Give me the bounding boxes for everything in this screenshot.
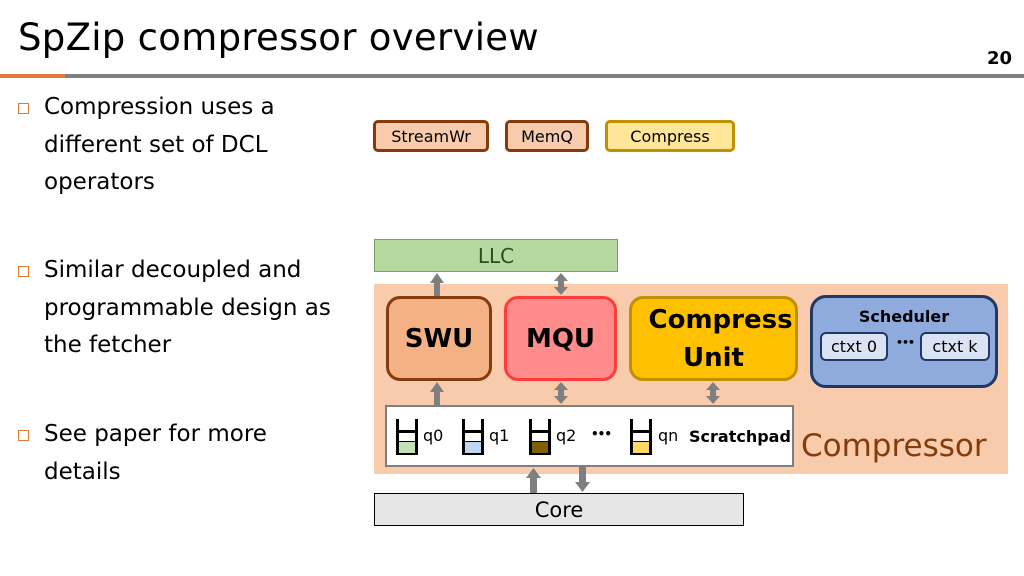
queue-icon [396, 419, 418, 455]
mqu-block: MQU [504, 296, 617, 381]
compress-unit-block: Compress Unit [629, 296, 798, 381]
compress-unit-label: Compress Unit [648, 304, 793, 373]
queue-label: qn [658, 426, 679, 445]
core-label: Core [534, 497, 584, 522]
queue-label: q1 [489, 426, 510, 445]
arrow-cu-scratchpad [706, 382, 720, 404]
swu-label: SWU [404, 323, 474, 354]
scheduler-title: Scheduler [858, 307, 950, 326]
queue-label: q0 [423, 426, 444, 445]
context-0: ctxt 0 [820, 332, 888, 361]
queue-ellipsis: ••• [591, 427, 612, 441]
queue-icon [462, 419, 484, 455]
context-label: ctxt 0 [830, 337, 878, 356]
connection-arrows [430, 273, 720, 493]
arrow-scratchpad-to-core [575, 467, 590, 492]
arrow-scratchpad-to-swu [430, 382, 444, 405]
queue-fill [633, 442, 649, 453]
arrow-mqu-llc [554, 273, 568, 295]
scratchpad-label: Scratchpad [689, 427, 791, 446]
queue-fill [465, 442, 481, 453]
queue-fill [532, 442, 548, 453]
context-label: ctxt k [932, 337, 978, 356]
queue-icon [529, 419, 551, 455]
scratchpad-block: q0 q1 q2 ••• qn Scratchpad [385, 405, 794, 467]
context-ellipsis: ••• [895, 336, 915, 349]
mqu-label: MQU [525, 323, 596, 354]
context-k: ctxt k [920, 332, 990, 361]
arrow-core-to-scratchpad [526, 468, 541, 493]
arrow-mqu-scratchpad [554, 382, 568, 404]
swu-block: SWU [386, 296, 492, 381]
scheduler-block: Scheduler ctxt 0 ••• ctxt k [810, 295, 998, 388]
queue-icon [630, 419, 652, 455]
queue-label: q2 [556, 426, 577, 445]
queue-fill [399, 442, 415, 453]
core-block: Core [374, 493, 744, 526]
arrow-swu-to-llc [430, 273, 444, 296]
